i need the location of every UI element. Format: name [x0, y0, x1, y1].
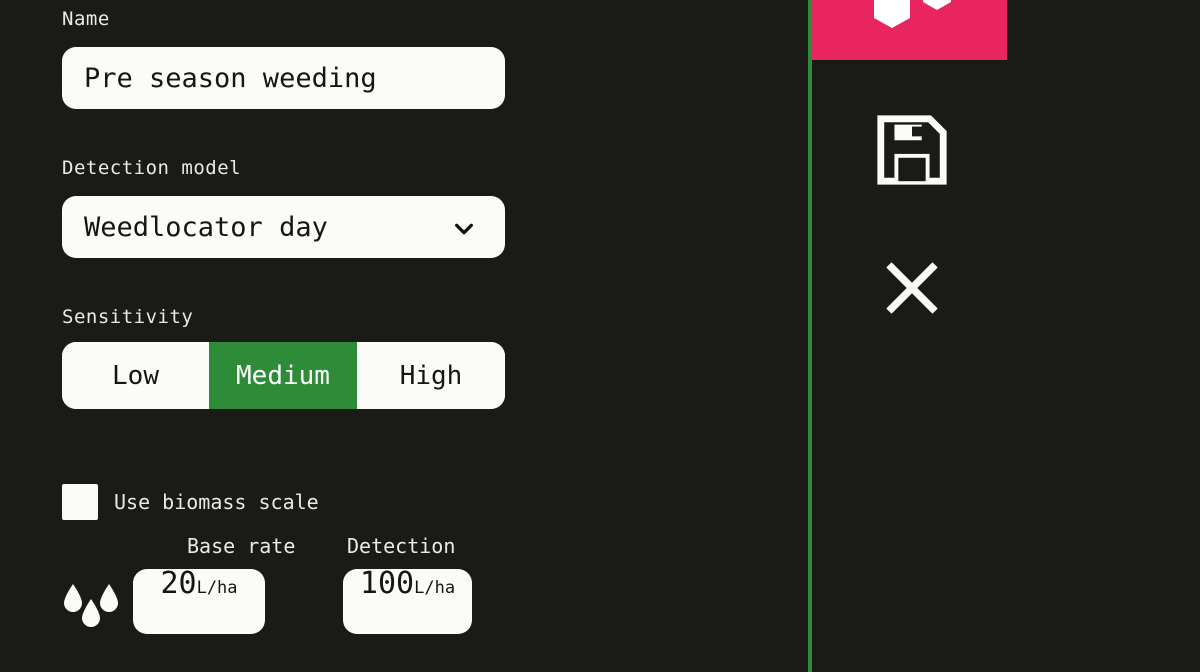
detection-rate-label: Detection: [347, 534, 456, 558]
chevron-down-icon: [453, 216, 475, 238]
detection-rate-group: Detection 100 L/ha: [343, 534, 472, 634]
base-rate-input[interactable]: 20 L/ha: [133, 569, 265, 634]
hexagons-icon: [862, 0, 958, 42]
sensitivity-option-low[interactable]: Low: [62, 342, 209, 409]
floppy-disk-save-icon: [873, 111, 951, 193]
use-biomass-scale-row[interactable]: Use biomass scale: [62, 484, 319, 520]
base-rate-label: Base rate: [187, 534, 296, 558]
delete-button[interactable]: [812, 0, 1007, 60]
base-rate-unit: L/ha: [196, 578, 238, 598]
name-label: Name: [62, 8, 110, 30]
sensitivity-segmented-control: Low Medium High: [62, 342, 505, 409]
action-panel: [812, 0, 1200, 672]
name-input[interactable]: Pre season weeding: [62, 47, 505, 109]
water-droplets-icon: [60, 576, 122, 632]
sensitivity-label: Sensitivity: [62, 306, 194, 328]
detection-rate-input[interactable]: 100 L/ha: [343, 569, 472, 634]
detection-rate-value: 100: [359, 566, 415, 601]
use-biomass-scale-checkbox[interactable]: [62, 484, 98, 520]
sensitivity-option-high[interactable]: High: [357, 342, 505, 409]
save-button[interactable]: [872, 112, 952, 192]
task-settings-form: Name Pre season weeding Detection model …: [0, 0, 808, 672]
detection-model-select[interactable]: Weedlocator day: [62, 196, 505, 258]
base-rate-value: 20: [160, 566, 197, 601]
detection-model-label: Detection model: [62, 157, 242, 179]
base-rate-group: Base rate 20 L/ha: [133, 534, 295, 634]
settings-screen: Name Pre season weeding Detection model …: [0, 0, 1200, 672]
sensitivity-option-medium[interactable]: Medium: [209, 342, 357, 409]
detection-model-value: Weedlocator day: [84, 211, 328, 243]
detection-rate-unit: L/ha: [414, 578, 456, 598]
use-biomass-scale-label: Use biomass scale: [114, 490, 319, 514]
close-button[interactable]: [872, 250, 952, 330]
close-x-icon: [879, 255, 945, 325]
